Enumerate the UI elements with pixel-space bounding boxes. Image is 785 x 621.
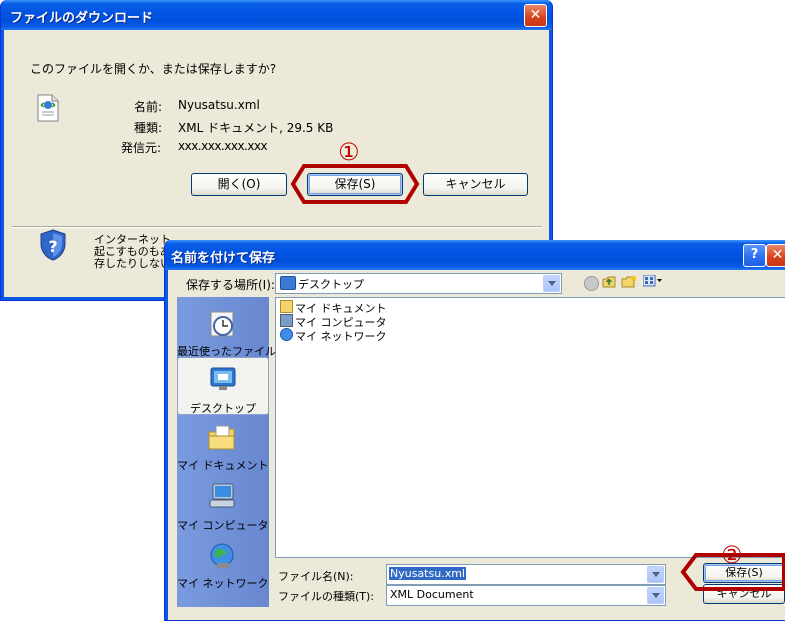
list-item[interactable]: マイ ネットワーク	[280, 328, 387, 343]
type-label: 種類:	[134, 121, 163, 135]
type-value: XML ドキュメント, 29.5 KB	[178, 121, 334, 135]
chevron-down-icon[interactable]	[647, 587, 664, 604]
up-folder-icon[interactable]	[602, 274, 616, 288]
folder-icon	[280, 300, 293, 313]
desktop-icon	[210, 367, 236, 390]
name-label: 名前:	[134, 100, 163, 114]
saveas-title: 名前を付けて保存	[171, 251, 276, 266]
save-in-value: デスクトップ	[298, 278, 364, 291]
computer-icon	[209, 483, 235, 508]
svg-text:?: ?	[48, 237, 57, 256]
place-desktop-label: デスクトップ	[190, 402, 256, 415]
chevron-down-icon[interactable]	[647, 566, 664, 583]
download-titlebar[interactable]: ファイルのダウンロード ✕	[1, 0, 552, 30]
saveas-close-icon[interactable]: ✕	[766, 244, 785, 267]
file-list[interactable]: マイ ドキュメント マイ コンピュータ マイ ネットワーク	[275, 297, 785, 558]
help-icon[interactable]: ?	[743, 244, 766, 267]
download-cancel-button[interactable]: キャンセル	[423, 173, 528, 196]
saveas-titlebar[interactable]: 名前を付けて保存 ? ✕	[165, 240, 785, 270]
places-bar: 最近使ったファイル デスクトップ マイ ドキュメント マイ コンピュータ マイ …	[177, 297, 276, 607]
saveas-client: 保存する場所(I): デスクトップ 最近使ったファイル デスクトップ マイ ドキ…	[168, 270, 785, 620]
save-highlight-2	[680, 553, 785, 591]
place-mydocs[interactable]: マイ ドキュメント	[177, 415, 269, 472]
download-title: ファイルのダウンロード	[10, 11, 154, 26]
place-recent[interactable]: 最近使ったファイル	[177, 301, 276, 358]
place-network[interactable]: マイ ネットワーク	[177, 533, 269, 593]
place-mycomputer[interactable]: マイ コンピュータ	[177, 475, 269, 532]
from-value: xxx.xxx.xxx.xxx	[178, 139, 268, 153]
from-label: 発信元:	[121, 141, 162, 155]
computer-icon	[280, 314, 293, 327]
warning-line-3: 存したりしない	[94, 257, 171, 270]
network-icon	[210, 543, 234, 568]
back-icon[interactable]	[584, 276, 599, 291]
filename-value: Nyusatsu.xml	[389, 567, 466, 580]
clock-icon	[210, 311, 234, 337]
filetype-value: XML Document	[390, 588, 474, 601]
desktop-small-icon	[280, 276, 296, 290]
save-in-label: 保存する場所(I):	[186, 278, 275, 292]
new-folder-icon[interactable]	[621, 274, 637, 288]
place-desktop[interactable]: デスクトップ	[177, 357, 269, 415]
xml-file-icon	[37, 94, 59, 122]
saveas-dialog: 名前を付けて保存 ? ✕ 保存する場所(I): デスクトップ 最近使ったファイル…	[164, 240, 785, 621]
view-menu-icon[interactable]	[642, 274, 663, 287]
place-network-label: マイ ネットワーク	[177, 577, 269, 590]
open-button[interactable]: 開く(O)	[191, 173, 287, 196]
list-item-label: マイ ネットワーク	[295, 330, 387, 343]
filename-label: ファイル名(N):	[278, 570, 354, 583]
step-1-marker: ①	[338, 138, 360, 166]
folder-icon	[208, 425, 235, 450]
list-item[interactable]: マイ ドキュメント	[280, 300, 387, 315]
name-value: Nyusatsu.xml	[178, 98, 260, 112]
filetype-select[interactable]: XML Document	[386, 585, 666, 606]
place-mycomputer-label: マイ コンピュータ	[177, 519, 269, 532]
place-mydocs-label: マイ ドキュメント	[177, 459, 269, 472]
chevron-down-icon[interactable]	[543, 275, 560, 292]
save-highlight-1	[290, 164, 420, 204]
list-item[interactable]: マイ コンピュータ	[280, 314, 387, 329]
download-divider	[12, 226, 542, 228]
save-in-combo[interactable]: デスクトップ	[275, 273, 562, 294]
download-question: このファイルを開くか、または保存しますか?	[30, 62, 277, 76]
shield-icon: ?	[38, 228, 68, 262]
close-icon[interactable]: ✕	[524, 4, 547, 27]
filename-input[interactable]: Nyusatsu.xml	[386, 564, 666, 585]
network-icon	[280, 328, 293, 341]
